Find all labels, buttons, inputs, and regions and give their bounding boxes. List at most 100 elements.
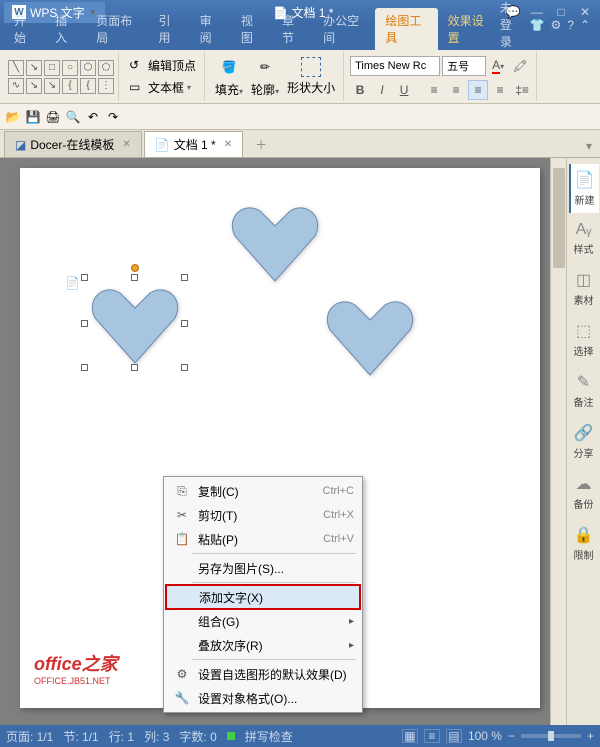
cm-paste[interactable]: 📋 粘贴(P) Ctrl+V: [166, 527, 360, 551]
status-col[interactable]: 列: 3: [144, 728, 169, 745]
undo-button[interactable]: ↶: [84, 108, 102, 126]
tab-list-button[interactable]: ▾: [578, 135, 600, 157]
cm-set-default[interactable]: ⚙ 设置自选图形的默认效果(D): [166, 662, 360, 686]
help-icon[interactable]: ?: [567, 18, 574, 32]
bold-button[interactable]: B: [350, 80, 370, 100]
resize-handle[interactable]: [81, 364, 88, 371]
align-left-button[interactable]: ≡: [424, 80, 444, 100]
shape-gallery[interactable]: ╲↘□○⬡⬠ ∿↘↘{{⋮: [8, 60, 114, 94]
side-share[interactable]: 🔗 分享: [569, 417, 599, 466]
edit-vertex-button[interactable]: ↺ 编辑顶点: [125, 56, 200, 76]
textbox-button[interactable]: ▭ 文本框 ▾: [125, 78, 200, 98]
align-center-button[interactable]: ≡: [446, 80, 466, 100]
side-new[interactable]: 📄 新建: [569, 164, 599, 213]
side-material[interactable]: ◫ 素材: [569, 264, 599, 313]
status-page[interactable]: 页面: 1/1: [6, 728, 53, 745]
menu-view[interactable]: 视图: [231, 8, 272, 50]
view-print-button[interactable]: ▦: [402, 729, 418, 743]
settings-icon[interactable]: ⚙: [551, 18, 562, 32]
cm-copy[interactable]: ⎘ 复制(C) Ctrl+C: [166, 479, 360, 503]
resize-handle[interactable]: [131, 274, 138, 281]
heart-shape[interactable]: [320, 290, 420, 383]
cm-format-object[interactable]: 🔧 设置对象格式(O)...: [166, 686, 360, 710]
zoom-out-button[interactable]: −: [508, 729, 515, 743]
italic-button[interactable]: I: [372, 80, 392, 100]
menu-layout[interactable]: 页面布局: [86, 8, 148, 50]
vertical-scrollbar[interactable]: [550, 158, 566, 725]
status-line[interactable]: 行: 1: [109, 728, 134, 745]
print-button[interactable]: 🖨: [44, 108, 62, 126]
status-words[interactable]: 字数: 0: [179, 728, 216, 745]
align-justify-button[interactable]: ≡: [468, 80, 488, 100]
resize-handle[interactable]: [81, 274, 88, 281]
submenu-arrow-icon: ▸: [349, 640, 354, 651]
menu-chapter[interactable]: 章节: [272, 8, 313, 50]
rotate-handle[interactable]: [131, 264, 139, 272]
shape-size-button[interactable]: 形状大小: [283, 55, 339, 98]
heart-shape-selected[interactable]: [85, 278, 185, 371]
zoom-slider[interactable]: [521, 734, 581, 738]
menu-drawing-tools[interactable]: 绘图工具: [375, 8, 437, 50]
save-button[interactable]: 💾: [24, 108, 42, 126]
cm-save-as-pic[interactable]: 另存为图片(S)...: [166, 556, 360, 580]
align-right-button[interactable]: ≡: [490, 80, 510, 100]
doc-tab-icon: 📄: [155, 138, 170, 152]
skin-icon[interactable]: 👕: [530, 18, 545, 32]
menu-office[interactable]: 办公空间: [313, 8, 375, 50]
login-label[interactable]: 未登录: [500, 0, 524, 50]
side-style[interactable]: Aᵧ 样式: [569, 215, 599, 262]
resize-handle[interactable]: [181, 364, 188, 371]
resize-handle[interactable]: [181, 274, 188, 281]
limit-icon: 🔒: [574, 525, 594, 545]
side-backup[interactable]: ☁ 备份: [569, 468, 599, 517]
zoom-thumb[interactable]: [548, 731, 554, 741]
cm-group[interactable]: 组合(G) ▸: [166, 609, 360, 633]
ribbon: ╲↘□○⬡⬠ ∿↘↘{{⋮ ↺ 编辑顶点 ▭ 文本框 ▾ 🪣 填充▾ ✏ 轮廓▾: [0, 50, 600, 104]
open-button[interactable]: 📂: [4, 108, 22, 126]
tab-docer[interactable]: ◪ Docer-在线模板 ✕: [4, 131, 142, 157]
tab-close-icon[interactable]: ✕: [122, 139, 130, 150]
underline-button[interactable]: U: [394, 80, 414, 100]
resize-handle[interactable]: [131, 364, 138, 371]
font-name-select[interactable]: [350, 56, 440, 76]
side-note[interactable]: ✎ 备注: [569, 366, 599, 415]
tab-document[interactable]: 📄 文档 1 * ✕: [144, 131, 243, 157]
tab-close-icon[interactable]: ✕: [224, 139, 232, 150]
menu-effects[interactable]: 效果设置: [438, 8, 500, 50]
zoom-label[interactable]: 100 %: [468, 729, 502, 743]
side-select[interactable]: ⬚ 选择: [569, 315, 599, 364]
tab-add-button[interactable]: ＋: [245, 132, 277, 157]
fill-button[interactable]: 🪣 填充▾: [211, 53, 247, 100]
side-limit[interactable]: 🔒 限制: [569, 519, 599, 568]
font-color-button[interactable]: A▾: [488, 56, 508, 76]
spell-indicator: [227, 732, 235, 740]
size-icon: [301, 57, 321, 77]
resize-handle[interactable]: [181, 320, 188, 327]
status-spell[interactable]: 拼写检查: [245, 728, 293, 745]
separator: [192, 553, 356, 554]
menu-insert[interactable]: 插入: [45, 8, 86, 50]
cm-cut[interactable]: ✂ 剪切(T) Ctrl+X: [166, 503, 360, 527]
anchor-icon: 📄: [65, 276, 80, 290]
menu-review[interactable]: 审阅: [190, 8, 231, 50]
print-preview-button[interactable]: 🔍: [64, 108, 82, 126]
view-web-button[interactable]: ▤: [446, 729, 462, 743]
scroll-thumb[interactable]: [553, 168, 565, 268]
cm-add-text[interactable]: 添加文字(X): [166, 585, 360, 609]
document-tabs: ◪ Docer-在线模板 ✕ 📄 文档 1 * ✕ ＋ ▾: [0, 130, 600, 158]
canvas-area[interactable]: 📄 office之家 OFFICE.JB51.NET ⎘ 复制(C) Ctrl+…: [0, 158, 550, 725]
resize-handle[interactable]: [81, 320, 88, 327]
line-spacing-button[interactable]: ‡≡: [512, 80, 532, 100]
font-size-select[interactable]: [442, 56, 486, 76]
heart-shape[interactable]: [225, 196, 325, 289]
menu-start[interactable]: 开始: [4, 8, 45, 50]
ribbon-collapse-icon[interactable]: ⌃: [580, 18, 590, 32]
highlight-button[interactable]: 🖍: [510, 56, 530, 76]
zoom-in-button[interactable]: +: [587, 729, 594, 743]
redo-button[interactable]: ↷: [104, 108, 122, 126]
outline-button[interactable]: ✏ 轮廓▾: [247, 53, 283, 100]
cm-order[interactable]: 叠放次序(R) ▸: [166, 633, 360, 657]
view-outline-button[interactable]: ≡: [424, 729, 440, 743]
menu-ref[interactable]: 引用: [149, 8, 190, 50]
status-section[interactable]: 节: 1/1: [63, 728, 98, 745]
